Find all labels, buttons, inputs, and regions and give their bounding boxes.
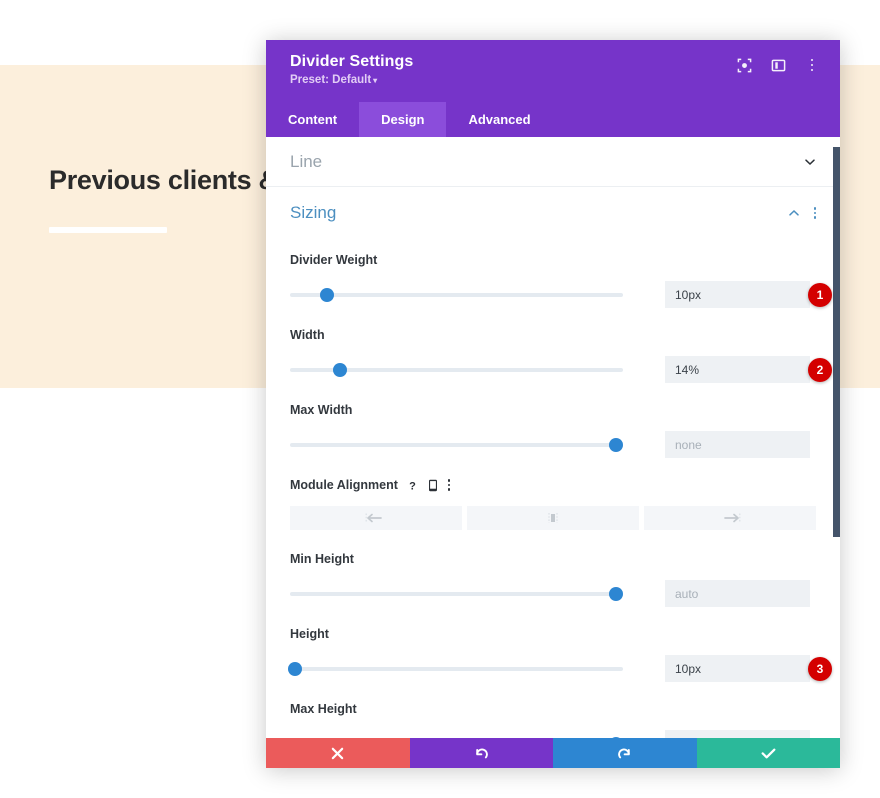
modal-footer xyxy=(266,738,840,768)
height-value-wrap: 3 xyxy=(665,655,832,682)
divider-module-preview xyxy=(49,227,167,233)
divider-weight-input[interactable] xyxy=(665,281,810,308)
preset-label: Preset: Default xyxy=(290,74,372,86)
width-input[interactable] xyxy=(665,356,810,383)
align-right-button[interactable] xyxy=(644,506,816,530)
divider-weight-slider[interactable] xyxy=(290,287,623,303)
divider-weight-value-wrap: 1 xyxy=(665,281,832,308)
field-max-width: Max Width xyxy=(290,403,816,458)
height-slider[interactable] xyxy=(287,661,623,677)
field-height-label: Height xyxy=(290,627,329,641)
annotation-badge-3: 3 xyxy=(808,656,832,681)
tab-advanced[interactable]: Advanced xyxy=(446,102,552,137)
svg-text:?: ? xyxy=(409,480,416,492)
modal-tabs: Content Design Advanced xyxy=(266,102,840,137)
field-width: Width 2 xyxy=(290,328,832,383)
field-min-height-label: Min Height xyxy=(290,552,354,566)
slider-handle[interactable] xyxy=(287,661,302,676)
divider-settings-modal: Divider Settings Preset: Default ▾ Conte… xyxy=(266,40,840,768)
field-module-alignment-label: Module Alignment ? xyxy=(290,478,816,492)
save-button[interactable] xyxy=(696,738,840,768)
height-input[interactable] xyxy=(665,655,810,682)
more-options-icon[interactable] xyxy=(813,207,816,219)
section-sizing-title: Sizing xyxy=(290,203,337,222)
slider-track xyxy=(290,591,623,596)
vertical-scrollbar[interactable] xyxy=(833,147,840,537)
tab-content[interactable]: Content xyxy=(266,102,359,137)
max-height-value-wrap xyxy=(665,730,810,738)
tab-design[interactable]: Design xyxy=(359,102,447,137)
slider-handle[interactable] xyxy=(319,287,334,302)
slider-track xyxy=(290,292,623,297)
modal-header-actions xyxy=(736,53,820,73)
section-line[interactable]: Line xyxy=(266,137,840,187)
slider-track xyxy=(290,666,623,671)
width-slider[interactable] xyxy=(290,362,623,378)
slider-handle[interactable] xyxy=(609,586,624,601)
slider-handle[interactable] xyxy=(609,437,624,452)
undo-button[interactable] xyxy=(409,738,553,768)
max-width-value-wrap xyxy=(665,431,810,458)
chevron-down-icon: ▾ xyxy=(373,76,378,85)
modal-header-titles: Divider Settings Preset: Default ▾ xyxy=(290,53,413,86)
field-max-width-label: Max Width xyxy=(290,403,353,417)
min-height-value-wrap xyxy=(665,580,810,607)
annotation-badge-2: 2 xyxy=(808,357,832,382)
max-width-slider[interactable] xyxy=(290,437,624,453)
min-height-input[interactable] xyxy=(665,580,810,607)
sizing-fields: Divider Weight 1 Width xyxy=(266,239,840,738)
modal-body: Line Sizing Divider Weight 10px 1 Width … xyxy=(266,137,840,738)
align-left-button[interactable] xyxy=(290,506,462,530)
section-sizing[interactable]: Sizing xyxy=(266,187,840,239)
preset-selector[interactable]: Preset: Default ▾ xyxy=(290,74,413,86)
slider-track xyxy=(290,442,623,447)
focus-icon[interactable] xyxy=(736,57,752,73)
field-max-height: Max Height xyxy=(290,702,816,738)
chevron-up-icon[interactable] xyxy=(788,207,800,219)
page-heading: Previous clients & t xyxy=(49,165,294,195)
section-sizing-controls xyxy=(788,207,816,219)
module-alignment-options xyxy=(290,506,816,530)
field-max-height-label: Max Height xyxy=(290,702,357,716)
max-height-input[interactable] xyxy=(665,730,810,738)
annotation-badge-1: 1 xyxy=(808,282,832,307)
layout-panel-icon[interactable] xyxy=(770,57,786,73)
modal-title: Divider Settings xyxy=(290,53,414,70)
module-alignment-text: Module Alignment xyxy=(290,478,398,492)
max-width-input[interactable] xyxy=(665,431,810,458)
min-height-slider[interactable] xyxy=(290,586,624,602)
width-value-wrap: 2 xyxy=(665,356,832,383)
more-options-icon[interactable] xyxy=(804,57,820,73)
chevron-down-icon[interactable] xyxy=(804,156,816,168)
mobile-device-icon[interactable] xyxy=(428,479,438,492)
slider-handle[interactable] xyxy=(332,362,347,377)
help-icon[interactable]: ? xyxy=(407,479,418,492)
cancel-button[interactable] xyxy=(266,738,410,768)
section-line-title: Line xyxy=(290,151,323,171)
field-min-height: Min Height xyxy=(290,552,816,607)
slider-handle[interactable] xyxy=(609,736,624,738)
more-options-icon[interactable] xyxy=(447,479,451,491)
field-module-alignment: Module Alignment ? xyxy=(290,478,816,530)
section-line-controls xyxy=(804,156,816,168)
field-divider-weight-label: Divider Weight xyxy=(290,253,378,267)
field-height: Height 3 xyxy=(287,627,832,682)
max-height-slider[interactable] xyxy=(290,736,624,738)
modal-header: Divider Settings Preset: Default ▾ xyxy=(266,40,840,102)
field-divider-weight: Divider Weight 1 xyxy=(290,253,832,308)
redo-button[interactable] xyxy=(553,738,697,768)
align-center-button[interactable] xyxy=(467,506,639,530)
field-width-label: Width xyxy=(290,328,325,342)
module-alignment-icons: ? xyxy=(407,479,451,492)
